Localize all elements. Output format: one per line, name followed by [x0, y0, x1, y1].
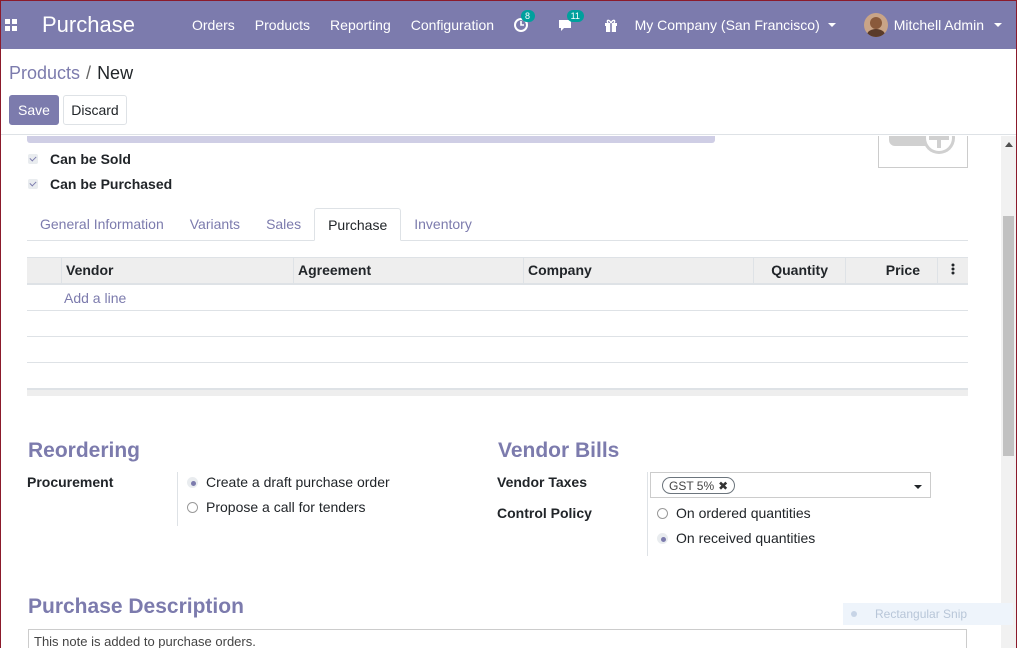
procurement-label: Procurement — [27, 474, 114, 490]
table-footer — [27, 389, 968, 396]
radio-received-quantities[interactable] — [657, 532, 668, 544]
snip-indicator-icon — [851, 611, 857, 617]
notebook-tabs: General Information Variants Sales Purch… — [27, 208, 968, 241]
control-panel: Products / New Save Discard — [1, 49, 1016, 135]
messages-chat-icon[interactable]: 11 — [557, 10, 584, 36]
tab-purchase[interactable]: Purchase — [314, 208, 402, 241]
radio-call-for-tenders[interactable] — [187, 501, 198, 513]
scroll-up-arrow-icon[interactable] — [1005, 142, 1013, 147]
product-image-field[interactable] — [878, 136, 968, 168]
table-row: Add a line — [27, 285, 968, 311]
radio-label: Propose a call for tenders — [206, 499, 366, 515]
scroll-thumb[interactable] — [1003, 216, 1014, 456]
add-line-link[interactable]: Add a line — [27, 285, 968, 311]
can-be-purchased-label: Can be Purchased — [50, 176, 173, 192]
gift-icon[interactable] — [603, 14, 625, 36]
user-menu[interactable]: Mitchell Admin — [863, 13, 1002, 37]
table-row — [27, 311, 968, 337]
control-policy-ordered[interactable]: On ordered quantities — [657, 505, 811, 521]
tab-sales[interactable]: Sales — [253, 208, 314, 240]
vendor-taxes-label: Vendor Taxes — [497, 474, 588, 490]
can-be-sold-row: Can be Sold — [28, 151, 131, 167]
radio-ordered-quantities[interactable] — [657, 507, 668, 519]
purchase-description-input[interactable]: This note is added to purchase orders. — [28, 629, 967, 648]
top-navbar: Purchase Orders Products Reporting Confi… — [1, 1, 1016, 49]
systray: 8 11 My Company (San Francisco) Mitchell… — [513, 1, 1016, 49]
company-switcher[interactable]: My Company (San Francisco) — [635, 17, 836, 33]
company-name: My Company (San Francisco) — [634, 17, 820, 33]
can-be-sold-checkbox[interactable] — [28, 154, 38, 164]
breadcrumb-current: New — [97, 63, 134, 83]
form-view: Can be Sold Can be Purchased General Inf… — [1, 136, 1001, 648]
vendor-pricelist-table: Vendor Agreement Company Quantity Price … — [27, 257, 968, 396]
vendor-bills-title: Vendor Bills — [498, 439, 620, 462]
column-agreement[interactable]: Agreement — [293, 258, 523, 283]
user-name: Mitchell Admin — [893, 17, 984, 33]
breadcrumb-products[interactable]: Products — [9, 63, 80, 83]
product-name-field[interactable] — [27, 136, 715, 143]
chevron-down-icon — [827, 23, 836, 27]
tab-variants[interactable]: Variants — [177, 208, 253, 240]
procurement-option-tenders[interactable]: Propose a call for tenders — [187, 499, 366, 515]
vertical-scrollbar[interactable] — [1001, 136, 1016, 648]
avatar — [863, 13, 888, 37]
radio-label: On received quantities — [676, 530, 816, 546]
radio-label: Create a draft purchase order — [206, 474, 390, 490]
tax-tag-label: GST 5% — [669, 478, 715, 493]
control-policy-label: Control Policy — [497, 505, 592, 521]
column-company[interactable]: Company — [523, 258, 753, 283]
menu-orders[interactable]: Orders — [182, 1, 245, 49]
field-divider — [647, 472, 648, 556]
camera-plus-icon — [889, 136, 955, 154]
reordering-title: Reordering — [28, 439, 141, 462]
table-row — [27, 337, 968, 363]
field-divider — [177, 472, 178, 526]
chevron-down-icon — [994, 23, 1002, 27]
procurement-option-draft[interactable]: Create a draft purchase order — [187, 474, 390, 490]
menu-configuration[interactable]: Configuration — [401, 1, 504, 49]
radio-label: On ordered quantities — [676, 505, 811, 521]
chevron-down-icon[interactable] — [914, 485, 922, 489]
can-be-purchased-checkbox[interactable] — [28, 179, 38, 189]
main-menu: Orders Products Reporting Configuration — [182, 1, 504, 49]
snip-label: Rectangular Snip — [875, 607, 968, 621]
tab-general-information[interactable]: General Information — [27, 208, 177, 240]
discard-button[interactable]: Discard — [63, 95, 127, 125]
apps-menu-icon[interactable] — [5, 19, 17, 31]
remove-tag-icon[interactable]: ✖ — [718, 479, 728, 493]
table-row — [27, 363, 968, 389]
table-header: Vendor Agreement Company Quantity Price — [27, 257, 968, 285]
vendor-taxes-field[interactable]: GST 5% ✖ — [650, 472, 931, 498]
radio-draft-purchase-order[interactable] — [187, 476, 198, 488]
column-quantity[interactable]: Quantity — [753, 258, 845, 283]
menu-products[interactable]: Products — [245, 1, 320, 49]
messages-badge: 11 — [566, 10, 584, 22]
column-vendor[interactable]: Vendor — [61, 258, 293, 283]
menu-reporting[interactable]: Reporting — [320, 1, 401, 49]
column-price[interactable]: Price — [845, 258, 937, 283]
can-be-purchased-row: Can be Purchased — [28, 176, 172, 192]
save-button[interactable]: Save — [9, 95, 59, 125]
control-policy-received[interactable]: On received quantities — [657, 530, 815, 546]
breadcrumb-separator: / — [86, 63, 92, 83]
app-brand[interactable]: Purchase — [42, 12, 135, 38]
purchase-description-title: Purchase Description — [28, 595, 244, 618]
activity-clock-icon[interactable]: 8 — [513, 10, 535, 36]
tax-tag: GST 5% ✖ — [662, 477, 736, 494]
handle-column — [27, 258, 61, 283]
activity-badge: 8 — [520, 10, 535, 22]
tab-inventory[interactable]: Inventory — [401, 208, 485, 240]
can-be-sold-label: Can be Sold — [50, 151, 131, 167]
breadcrumb: Products / New — [9, 63, 133, 84]
optional-columns-icon[interactable] — [937, 258, 968, 283]
rectangular-snip-overlay[interactable]: Rectangular Snip — [843, 603, 1013, 625]
